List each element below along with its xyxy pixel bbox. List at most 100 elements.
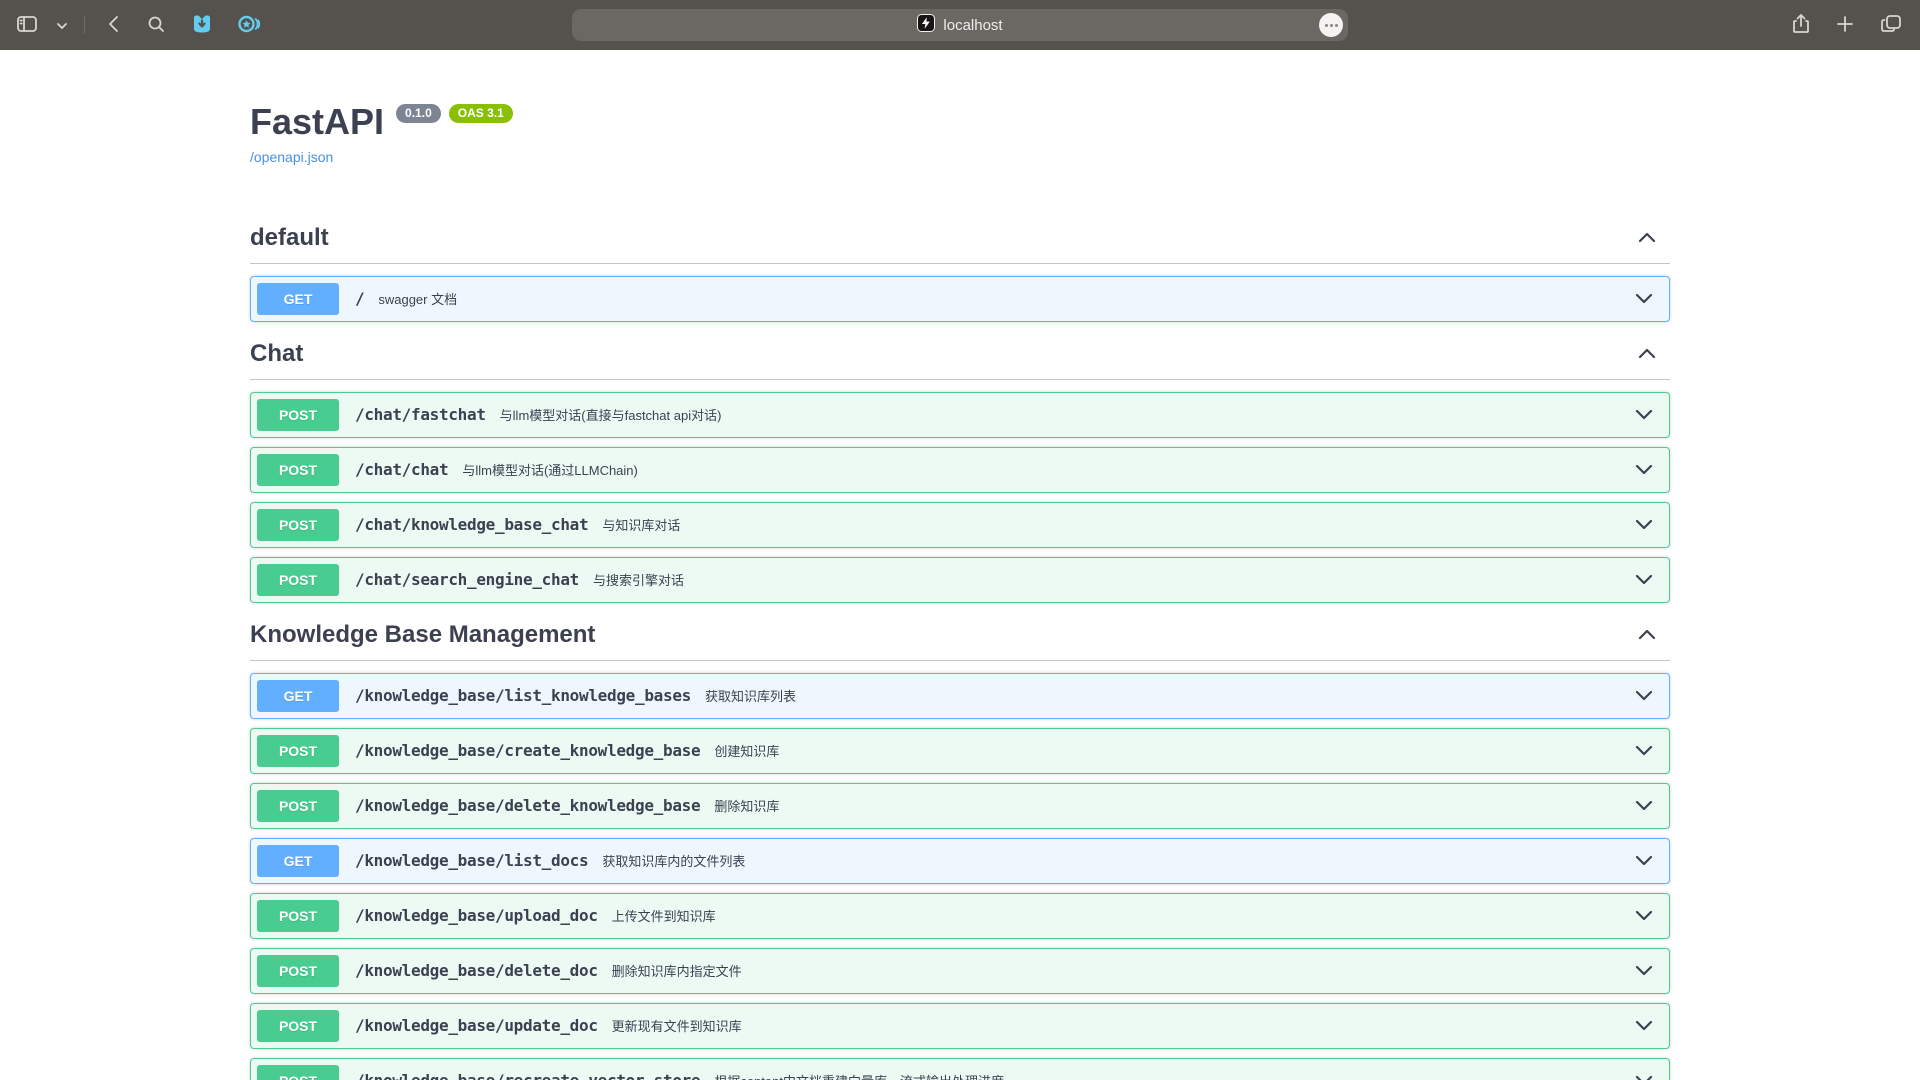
endpoint-description: 与llm模型对话(通过LLMChain) (462, 460, 638, 479)
endpoint-path: /knowledge_base/upload_doc (355, 906, 598, 925)
chevron-down-icon (1635, 965, 1653, 976)
endpoint-description: 获取知识库列表 (705, 686, 796, 705)
extension-shield-button[interactable] (189, 11, 215, 40)
api-section: default GET / swagger 文档 (250, 218, 1670, 322)
section-title: Chat (250, 340, 303, 369)
chevron-down-icon (1635, 1020, 1653, 1031)
method-badge: GET (257, 283, 339, 315)
openapi-spec-link[interactable]: /openapi.json (250, 147, 333, 168)
share-button[interactable] (1790, 11, 1812, 40)
method-badge: POST (257, 735, 339, 767)
chevron-down-icon (1635, 745, 1653, 756)
method-badge: GET (257, 680, 339, 712)
site-favicon (917, 14, 935, 37)
tab-overview-icon (1880, 14, 1902, 37)
endpoint-row[interactable]: POST /knowledge_base/delete_doc 删除知识库内指定… (250, 948, 1670, 994)
endpoint-path: / (355, 289, 364, 308)
method-badge: POST (257, 1010, 339, 1042)
chevron-down-icon (1635, 910, 1653, 921)
api-sections: default GET / swagger 文档 Chat POS (250, 218, 1670, 1080)
endpoint-path: /knowledge_base/create_knowledge_base (355, 741, 700, 760)
chevron-down-icon (1635, 1075, 1653, 1080)
extension-live-button[interactable] (235, 11, 263, 40)
search-button[interactable] (145, 13, 167, 38)
endpoint-description: 上传文件到知识库 (612, 906, 716, 925)
endpoint-path: /chat/fastchat (355, 405, 486, 424)
url-host-text: localhost (943, 17, 1002, 34)
url-bar[interactable]: localhost (572, 9, 1348, 41)
endpoint-row[interactable]: POST /chat/fastchat 与llm模型对话(直接与fastchat… (250, 392, 1670, 438)
endpoint-path: /chat/chat (355, 460, 448, 479)
method-badge: POST (257, 399, 339, 431)
endpoint-description: 删除知识库 (714, 796, 779, 815)
chevron-down-icon (1635, 855, 1653, 866)
sidebar-icon (16, 14, 38, 37)
endpoint-description: 删除知识库内指定文件 (612, 961, 742, 980)
section-endpoints: GET / swagger 文档 (250, 276, 1670, 322)
method-badge: POST (257, 1065, 339, 1080)
endpoint-row[interactable]: POST /knowledge_base/upload_doc 上传文件到知识库 (250, 893, 1670, 939)
endpoint-path: /knowledge_base/update_doc (355, 1016, 598, 1035)
section-header: Chat (250, 334, 1670, 380)
chevron-down-icon (1635, 464, 1653, 475)
back-chevron-icon (107, 15, 119, 36)
endpoint-path: /knowledge_base/recreate_vector_store (355, 1071, 700, 1080)
new-tab-button[interactable] (1834, 13, 1856, 38)
share-icon (1792, 13, 1810, 38)
endpoint-path: /knowledge_base/delete_doc (355, 961, 598, 980)
endpoint-row[interactable]: GET /knowledge_base/list_knowledge_bases… (250, 673, 1670, 719)
shield-download-icon (191, 13, 213, 38)
method-badge: POST (257, 790, 339, 822)
chevron-down-icon (56, 18, 68, 33)
section-title: Knowledge Base Management (250, 621, 595, 650)
version-badge: 0.1.0 (396, 104, 441, 123)
endpoint-description: 获取知识库内的文件列表 (602, 851, 745, 870)
endpoint-row[interactable]: POST /knowledge_base/update_doc 更新现有文件到知… (250, 1003, 1670, 1049)
section-collapse-button[interactable] (1624, 229, 1670, 248)
section-header: default (250, 218, 1670, 264)
endpoint-description: 更新现有文件到知识库 (612, 1016, 742, 1035)
section-collapse-button[interactable] (1624, 626, 1670, 645)
endpoint-description: 与搜索引擎对话 (593, 570, 684, 589)
plus-icon (1836, 15, 1854, 36)
method-badge: POST (257, 900, 339, 932)
endpoint-description: 创建知识库 (714, 741, 779, 760)
endpoint-description: 与llm模型对话(直接与fastchat api对话) (500, 405, 722, 424)
endpoint-row[interactable]: POST /knowledge_base/delete_knowledge_ba… (250, 783, 1670, 829)
endpoint-description: 根据content中文档重建向量库，流式输出处理进度。 (714, 1071, 1017, 1080)
method-badge: POST (257, 454, 339, 486)
swagger-page: FastAPI 0.1.0 OAS 3.1 /openapi.json defa… (0, 50, 1920, 1080)
endpoint-row[interactable]: GET /knowledge_base/list_docs 获取知识库内的文件列… (250, 838, 1670, 884)
chevron-down-icon (1635, 574, 1653, 585)
endpoint-row[interactable]: POST /chat/search_engine_chat 与搜索引擎对话 (250, 557, 1670, 603)
endpoint-row[interactable]: POST /chat/knowledge_base_chat 与知识库对话 (250, 502, 1670, 548)
endpoint-row[interactable]: POST /knowledge_base/recreate_vector_sto… (250, 1058, 1670, 1080)
back-button[interactable] (105, 13, 121, 38)
search-icon (147, 15, 165, 36)
endpoint-description: swagger 文档 (378, 289, 457, 308)
method-badge: POST (257, 564, 339, 596)
sidebar-toggle-button[interactable] (14, 12, 40, 39)
method-badge: GET (257, 845, 339, 877)
chevron-down-icon (1635, 800, 1653, 811)
tab-overview-button[interactable] (1878, 12, 1904, 39)
toolbar-divider (84, 16, 85, 34)
method-badge: POST (257, 509, 339, 541)
chevron-down-icon (1635, 293, 1653, 304)
method-badge: POST (257, 955, 339, 987)
endpoint-description: 与知识库对话 (602, 515, 680, 534)
section-header: Knowledge Base Management (250, 615, 1670, 661)
live-circles-star-icon (237, 13, 261, 38)
endpoint-path: /chat/knowledge_base_chat (355, 515, 588, 534)
section-title: default (250, 224, 329, 253)
section-collapse-button[interactable] (1624, 345, 1670, 364)
endpoint-path: /knowledge_base/list_docs (355, 851, 588, 870)
sidebar-menu-chevron-button[interactable] (54, 16, 70, 35)
chevron-up-icon (1638, 231, 1656, 246)
page-title: FastAPI (250, 100, 384, 143)
endpoint-row[interactable]: GET / swagger 文档 (250, 276, 1670, 322)
browser-toolbar: localhost (0, 0, 1920, 50)
page-settings-button[interactable] (1319, 13, 1343, 37)
endpoint-row[interactable]: POST /knowledge_base/create_knowledge_ba… (250, 728, 1670, 774)
endpoint-row[interactable]: POST /chat/chat 与llm模型对话(通过LLMChain) (250, 447, 1670, 493)
